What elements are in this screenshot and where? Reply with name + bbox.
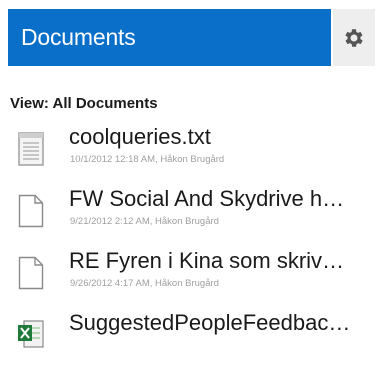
document-name: FW Social And Skydrive h… (69, 186, 345, 211)
text-file-icon (18, 132, 44, 166)
document-name: SuggestedPeopleFeedbac… (69, 310, 351, 335)
document-list: coolqueries.txt 10/1/2012 12:18 AM, Håko… (0, 122, 382, 370)
gear-icon (345, 28, 363, 47)
page-title: Documents (21, 24, 136, 50)
app-header: Documents (8, 9, 331, 66)
document-name: coolqueries.txt (69, 124, 211, 149)
document-meta: 9/26/2012 4:17 AM, Håkon Brugård (70, 278, 219, 289)
list-item-coolqueries[interactable]: coolqueries.txt 10/1/2012 12:18 AM, Håko… (0, 122, 382, 184)
blank-file-icon (18, 256, 44, 290)
document-meta: 10/1/2012 12:18 AM, Håkon Brugård (70, 154, 225, 165)
list-item-fw-social[interactable]: FW Social And Skydrive h… 9/21/2012 2:12… (0, 184, 382, 246)
settings-button[interactable] (333, 9, 375, 66)
excel-file-icon (18, 320, 44, 348)
document-meta: 9/21/2012 2:12 AM, Håkon Brugård (70, 216, 219, 227)
document-name: RE Fyren i Kina som skriv… (69, 248, 345, 273)
list-item-suggested-people[interactable]: SuggestedPeopleFeedbac… (0, 308, 382, 370)
list-item-re-fyren[interactable]: RE Fyren i Kina som skriv… 9/26/2012 4:1… (0, 246, 382, 308)
blank-file-icon (18, 194, 44, 228)
view-selector[interactable]: View: All Documents (10, 95, 158, 112)
